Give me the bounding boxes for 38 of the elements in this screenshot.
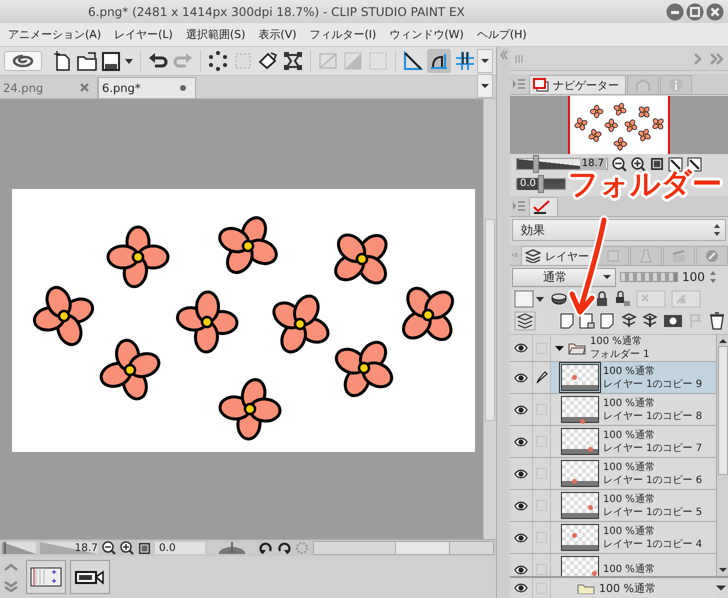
zoom-value: 18.7 <box>580 158 606 170</box>
rotation-slider[interactable]: 0.0 <box>516 175 566 193</box>
layer-blend-mode: 100 %通常 <box>599 580 656 596</box>
layer-blend-mode: 100 %通常 <box>603 428 656 442</box>
layer-name: レイヤー 1のコピー 8 <box>603 410 702 422</box>
layer-blend-mode: 100 %通常 <box>603 563 655 576</box>
layer-name: レイヤー 1のコピー 5 <box>603 506 702 518</box>
layer-blend-mode: 100 %通常 <box>603 460 656 474</box>
layer-name: レイヤー 1のコピー 6 <box>603 474 702 486</box>
layer-name: レイヤー 1のコピー 7 <box>603 442 702 454</box>
menu-item[interactable]: 表示(V) <box>258 27 297 42</box>
annotation-text: フォルダー <box>568 170 722 200</box>
layer-tab[interactable]: レイヤー <box>521 246 596 265</box>
menu-item[interactable]: アニメーション(A) <box>8 27 102 42</box>
menu-item[interactable]: フィルター(I) <box>310 27 376 42</box>
layer-name: フォルダー 1 <box>590 348 650 361</box>
menu-item[interactable]: ウィンドウ(W) <box>389 27 464 42</box>
rotation-value: 0.0 <box>518 178 538 190</box>
opacity-value[interactable]: 100 <box>682 270 705 284</box>
zoom-value[interactable]: 18.7 <box>40 542 98 554</box>
layer-name: レイヤー 1のコピー 9 <box>603 378 702 390</box>
navigator-tab[interactable]: ナビゲーター <box>529 75 626 94</box>
layer-blend-mode: 100 %通常 <box>603 396 656 410</box>
window-title: 6.png* (2481 x 1414px 300dpi 18.7%) - CLIP STUDIO PAINT EX <box>87 4 466 18</box>
effect-dropdown[interactable]: 効果 <box>512 219 726 241</box>
menu-item[interactable]: 選択範囲(S) <box>186 27 246 42</box>
layer-blend-mode: 100 %通常 <box>590 335 643 348</box>
document-tab[interactable]: 6.png* <box>98 77 196 98</box>
rotation-value[interactable]: 0.0 <box>155 542 205 554</box>
menu-item[interactable]: ヘルプ(H) <box>476 27 527 42</box>
layer-name: レイヤー 1のコピー 4 <box>603 538 702 550</box>
zoom-slider[interactable]: 18.7 <box>516 155 608 173</box>
menu-item[interactable]: レイヤー(L) <box>114 27 173 42</box>
layer-item[interactable]: 100 %通常 レイヤー 1のコピー 9 <box>551 362 716 393</box>
blend-mode-dropdown[interactable]: 通常 <box>512 268 616 286</box>
layer-blend-mode: 100 %通常 <box>603 524 656 538</box>
layer-blend-mode: 100 %通常 <box>603 492 656 506</box>
layer-blend-mode: 100 %通常 <box>603 364 656 378</box>
